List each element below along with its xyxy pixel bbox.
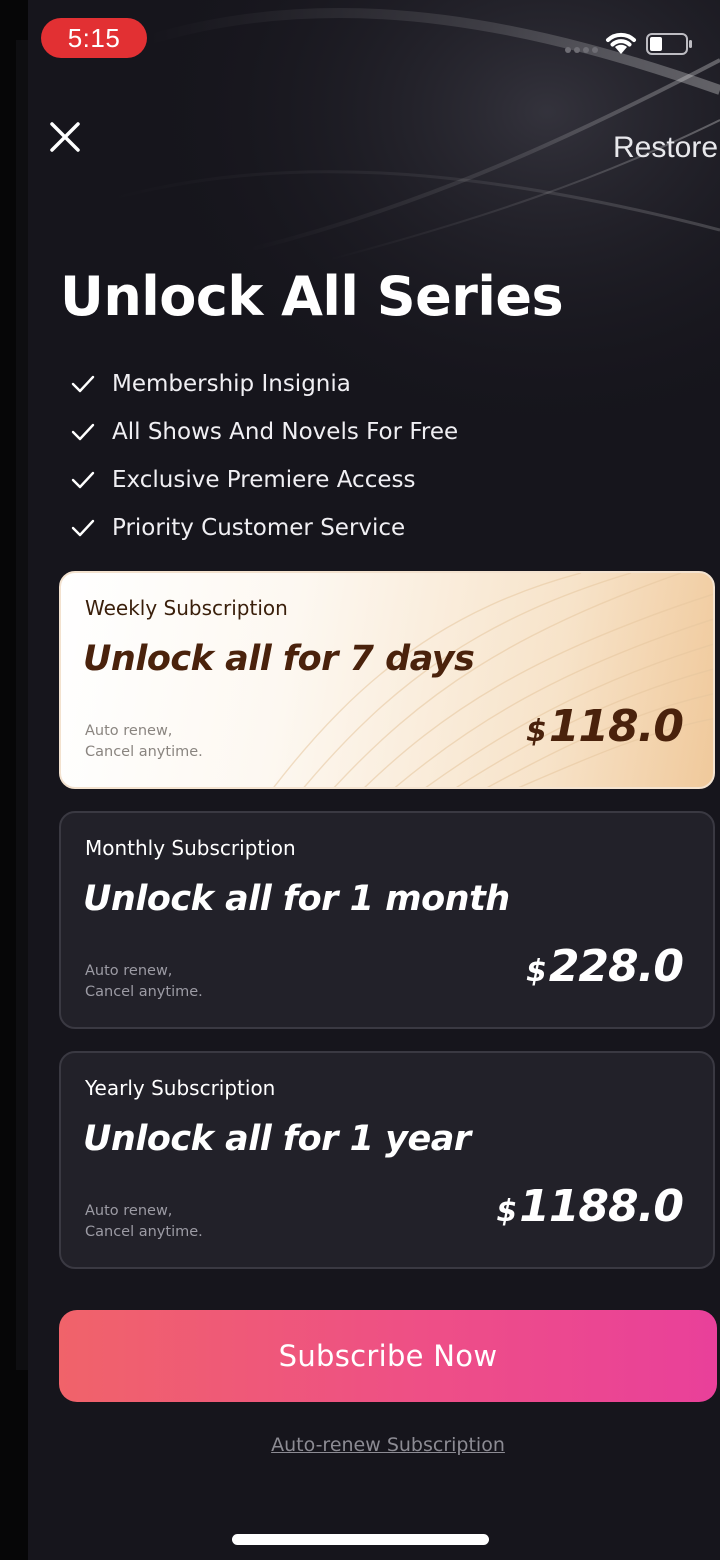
plan-card-monthly[interactable]: Monthly Subscription Unlock all for 1 mo… bbox=[59, 811, 715, 1029]
plan-price: $ 228.0 bbox=[525, 941, 684, 992]
plan-name: Yearly Subscription bbox=[85, 1076, 276, 1100]
price-currency: $ bbox=[496, 1194, 518, 1229]
plan-card-weekly[interactable]: Weekly Subscription Unlock all for 7 day… bbox=[59, 571, 715, 789]
check-icon bbox=[71, 423, 95, 441]
status-bar: 5:15 bbox=[0, 0, 720, 80]
home-indicator bbox=[232, 1534, 489, 1545]
wifi-icon bbox=[606, 32, 636, 54]
benefit-item: Exclusive Premiere Access bbox=[70, 456, 458, 504]
plan-price: $ 118.0 bbox=[525, 701, 684, 752]
benefit-label: All Shows And Novels For Free bbox=[112, 419, 459, 445]
plan-headline: Unlock all for 1 year bbox=[83, 1119, 471, 1159]
paywall-screen: 5:15 Restore Unlock All Series Membershi… bbox=[0, 0, 720, 1560]
status-time: 5:15 bbox=[41, 18, 147, 58]
check-icon bbox=[71, 519, 95, 537]
price-currency: $ bbox=[525, 714, 547, 749]
left-edge-panel bbox=[16, 40, 28, 1370]
price-amount: 228.0 bbox=[548, 941, 684, 992]
benefit-label: Exclusive Premiere Access bbox=[112, 467, 416, 493]
plan-note-line: Auto renew, bbox=[85, 963, 173, 979]
benefit-item: Priority Customer Service bbox=[70, 504, 458, 552]
left-edge bbox=[0, 0, 28, 1560]
plan-renewal-note: Auto renew, Cancel anytime. bbox=[85, 721, 203, 763]
benefit-label: Priority Customer Service bbox=[112, 515, 406, 541]
check-icon bbox=[71, 471, 95, 489]
cellular-signal-icon bbox=[565, 47, 598, 53]
restore-button[interactable]: Restore bbox=[613, 130, 718, 166]
price-currency: $ bbox=[525, 954, 547, 989]
subscribe-button[interactable]: Subscribe Now bbox=[59, 1310, 717, 1402]
benefit-label: Membership Insignia bbox=[112, 371, 351, 397]
plan-headline: Unlock all for 7 days bbox=[83, 639, 475, 679]
plan-renewal-note: Auto renew, Cancel anytime. bbox=[85, 1201, 203, 1243]
plan-note-line: Cancel anytime. bbox=[85, 744, 203, 760]
plan-card-yearly[interactable]: Yearly Subscription Unlock all for 1 yea… bbox=[59, 1051, 715, 1269]
close-icon[interactable] bbox=[46, 118, 84, 156]
plan-price: $ 1188.0 bbox=[496, 1181, 684, 1232]
plan-note-line: Auto renew, bbox=[85, 1203, 173, 1219]
auto-renew-terms-link[interactable]: Auto-renew Subscription bbox=[0, 1430, 720, 1460]
check-icon bbox=[71, 375, 95, 393]
plan-headline: Unlock all for 1 month bbox=[83, 879, 510, 919]
benefit-item: Membership Insignia bbox=[70, 360, 458, 408]
plan-renewal-note: Auto renew, Cancel anytime. bbox=[85, 961, 203, 1003]
benefit-list: Membership Insignia All Shows And Novels… bbox=[70, 360, 458, 552]
plan-note-line: Cancel anytime. bbox=[85, 1224, 203, 1240]
plan-name: Monthly Subscription bbox=[85, 836, 296, 860]
battery-icon bbox=[646, 33, 692, 55]
benefit-item: All Shows And Novels For Free bbox=[70, 408, 458, 456]
plan-name: Weekly Subscription bbox=[85, 596, 288, 620]
price-amount: 118.0 bbox=[548, 701, 684, 752]
price-amount: 1188.0 bbox=[519, 1181, 684, 1232]
plan-note-line: Auto renew, bbox=[85, 723, 173, 739]
plan-note-line: Cancel anytime. bbox=[85, 984, 203, 1000]
page-title: Unlock All Series bbox=[60, 265, 564, 328]
